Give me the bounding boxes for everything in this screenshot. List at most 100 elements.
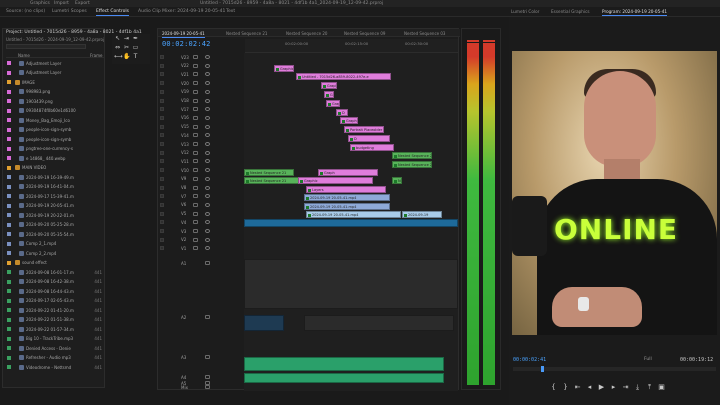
eye-icon[interactable]	[205, 220, 210, 225]
tab-nested-sequence-09[interactable]: Nested Sequence 09	[344, 31, 385, 36]
video-track-header[interactable]: V12	[158, 149, 244, 157]
audio-track-header[interactable]: A2	[158, 313, 244, 321]
track-lock-icon[interactable]	[160, 229, 164, 233]
eye-icon[interactable]	[205, 185, 210, 190]
project-item[interactable]: 998983.png	[5, 88, 104, 96]
track-lock-icon[interactable]	[160, 107, 164, 112]
timeline-clip[interactable]: Nested Sequence 21	[244, 177, 300, 184]
sync-lock-icon[interactable]	[193, 55, 198, 59]
pen-tool-icon[interactable]: ✒	[132, 35, 139, 42]
tab-nested-sequence-21[interactable]: Nested Sequence 21	[226, 31, 267, 36]
track-lock-icon[interactable]	[160, 185, 164, 190]
timeline-clip[interactable]: Graphic	[324, 91, 334, 98]
eye-icon[interactable]	[205, 202, 210, 207]
timeline-clip[interactable]: Untitled - 7015d26-a859-8022-497e-e	[296, 73, 391, 80]
track-lock-icon[interactable]	[160, 115, 164, 120]
project-item[interactable]: Denied Access - Denie 441	[5, 344, 104, 352]
sync-lock-icon[interactable]	[193, 185, 198, 190]
project-item[interactable]: 2024-09-22 01-51-38.m 441	[5, 316, 104, 324]
sync-lock-icon[interactable]	[193, 246, 198, 251]
audio-clip[interactable]	[244, 373, 444, 383]
sync-lock-icon[interactable]	[193, 229, 198, 233]
video-track-header[interactable]: V4	[158, 218, 244, 226]
eye-icon[interactable]	[205, 211, 210, 216]
project-item[interactable]: 2024-09-08 16-42-38.m 441	[5, 278, 104, 286]
audio-clip[interactable]	[244, 259, 458, 309]
sync-lock-icon[interactable]	[193, 194, 198, 199]
track-lock-icon[interactable]	[160, 168, 164, 173]
timeline-clip[interactable]: Layers	[306, 186, 386, 193]
video-track-header[interactable]: V6	[158, 201, 244, 209]
project-item[interactable]: 2024-09-19 20-05-41.m	[5, 202, 104, 210]
eye-icon[interactable]	[205, 63, 210, 68]
label-color-swatch[interactable]	[7, 317, 11, 322]
project-item[interactable]: 2024-09-20 05-25-28.m	[5, 221, 104, 229]
project-item[interactable]: 2024-09-22 01-57-34.m 441	[5, 325, 104, 333]
track-lock-icon[interactable]	[160, 202, 164, 207]
sync-lock-icon[interactable]	[193, 89, 198, 94]
track-lock-icon[interactable]	[160, 194, 164, 199]
video-track-header[interactable]: V17	[158, 105, 244, 113]
video-track-header[interactable]: V7	[158, 192, 244, 200]
track-lock-icon[interactable]	[160, 220, 164, 225]
sync-lock-icon[interactable]	[193, 72, 198, 77]
project-item[interactable]: people-icon-sign-symb	[5, 126, 104, 134]
label-color-swatch[interactable]	[7, 175, 11, 179]
video-track-header[interactable]: V14	[158, 131, 244, 139]
track-lock-icon[interactable]	[160, 89, 164, 94]
sync-lock-icon[interactable]	[193, 107, 198, 112]
label-color-swatch[interactable]	[7, 260, 11, 265]
video-track-header[interactable]: V22	[158, 62, 244, 70]
mute-icon[interactable]	[205, 385, 210, 389]
audio-clip[interactable]	[244, 315, 284, 331]
eye-icon[interactable]	[205, 246, 210, 251]
timeline-clip[interactable]: budgeting	[350, 144, 394, 151]
label-color-swatch[interactable]	[7, 80, 11, 84]
label-color-swatch[interactable]	[7, 336, 11, 341]
project-item[interactable]: Refresher - Audio mp3 441	[5, 354, 104, 362]
sync-lock-icon[interactable]	[193, 150, 198, 155]
video-track-header[interactable]: V15	[158, 123, 244, 131]
eye-icon[interactable]	[205, 150, 210, 155]
video-track-header[interactable]: V5	[158, 210, 244, 218]
audio-clip[interactable]	[244, 357, 444, 371]
eye-icon[interactable]	[205, 237, 210, 242]
column-name-header[interactable]: Name	[18, 53, 30, 58]
ripple-edit-tool-icon[interactable]: ⇔	[114, 44, 121, 51]
tab-essential-graphics[interactable]: Essential Graphics	[551, 9, 590, 14]
project-item[interactable]: 2024-09-17 15-39-41.m	[5, 192, 104, 200]
sync-lock-icon[interactable]	[193, 98, 198, 103]
label-color-swatch[interactable]	[7, 165, 11, 170]
program-fit-dropdown[interactable]: Full	[644, 357, 652, 362]
timeline-clip[interactable]: 2024-09-19 20-05-41.mp4	[304, 203, 390, 210]
label-color-swatch[interactable]	[7, 213, 11, 217]
sync-lock-icon[interactable]	[193, 63, 198, 68]
track-lock-icon[interactable]	[160, 72, 164, 77]
tab-lumetri-scopes[interactable]: Lumetri Scopes	[52, 9, 87, 14]
video-frame[interactable]: ONLINE	[512, 51, 717, 335]
audio-track-header[interactable]: Mix	[158, 383, 244, 391]
project-item[interactable]: 2024-09-19 16-41-04.m	[5, 183, 104, 191]
tab-nested-sequence-03[interactable]: Nested Sequence 03	[404, 31, 445, 36]
mark-in-icon[interactable]: {	[549, 383, 558, 392]
project-item[interactable]: 1903439.png	[5, 97, 104, 105]
eye-icon[interactable]	[205, 89, 210, 94]
video-track-header[interactable]: V21	[158, 70, 244, 78]
audio-track-header[interactable]: A3	[158, 353, 244, 361]
video-track-header[interactable]: V2	[158, 236, 244, 244]
sync-lock-icon[interactable]	[193, 124, 198, 129]
project-item[interactable]: 2024-09-22 01-41-20.m 441	[5, 306, 104, 314]
label-color-swatch[interactable]	[7, 279, 11, 284]
track-lock-icon[interactable]	[160, 246, 164, 251]
tab-audio-clip-mixer[interactable]: Audio Clip Mixer: 2024-09-19 20-05-41	[138, 9, 225, 14]
eye-icon[interactable]	[205, 72, 210, 77]
timeline-clip[interactable]: Nested Sequence 21	[244, 169, 294, 176]
label-color-swatch[interactable]	[7, 298, 11, 303]
mute-icon[interactable]	[205, 261, 210, 265]
project-item[interactable]: Videodrome - Nettsmd 441	[5, 363, 104, 371]
eye-icon[interactable]	[205, 159, 210, 164]
timeline-clip[interactable]: Nested Sequence 22	[392, 161, 432, 168]
menu-item-export[interactable]: Export	[75, 1, 90, 6]
label-color-swatch[interactable]	[7, 346, 11, 350]
project-item[interactable]: Adjustment Layer	[5, 69, 104, 77]
